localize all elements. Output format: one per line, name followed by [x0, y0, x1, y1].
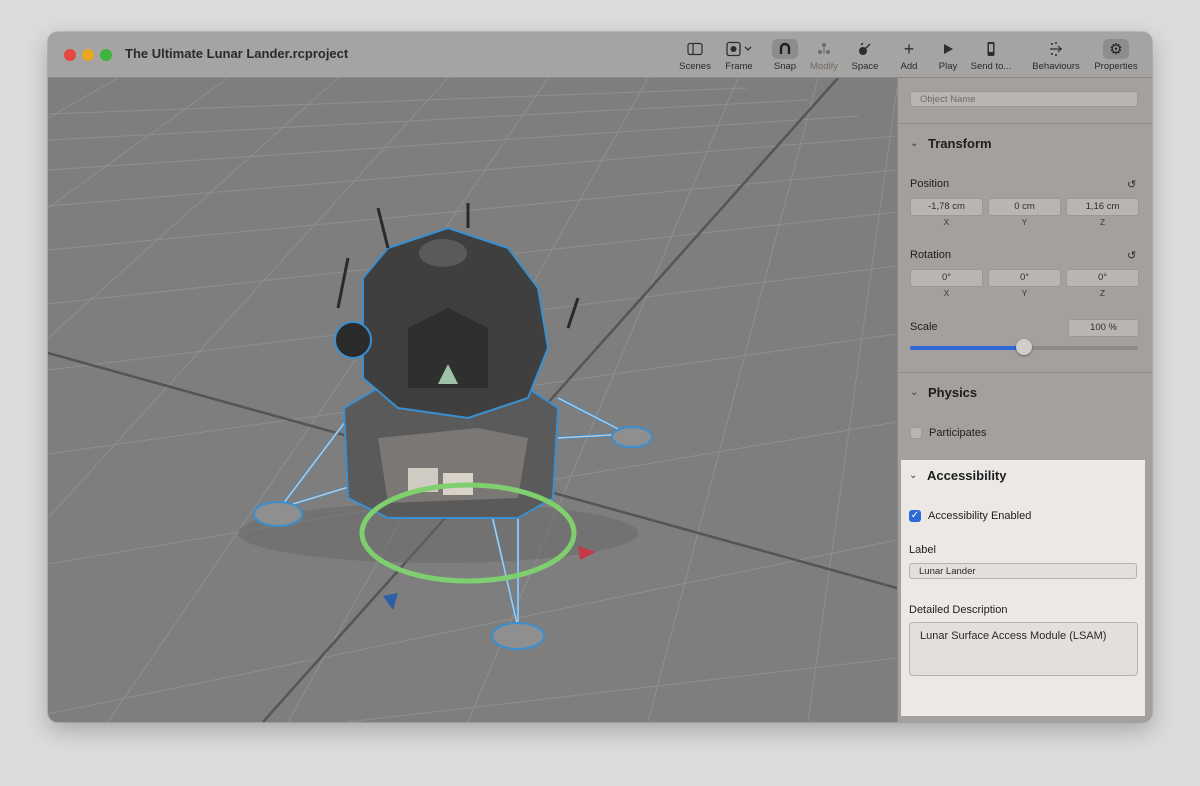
sidebar-icon	[687, 42, 703, 56]
accessibility-label-field[interactable]: Lunar Lander	[909, 563, 1137, 579]
toolbar-snap-button[interactable]: Snap	[770, 38, 800, 74]
minimize-window-button[interactable]	[82, 49, 94, 61]
rotation-y-field[interactable]: 0°	[988, 269, 1061, 287]
chevron-down-icon[interactable]: ⌄	[910, 138, 918, 149]
detailed-description-title: Detailed Description	[909, 604, 1008, 616]
toolbar-scenes-button[interactable]: Scenes	[675, 38, 715, 74]
device-icon	[987, 42, 995, 56]
divider	[898, 372, 1152, 373]
participates-checkbox[interactable]	[910, 427, 922, 439]
accessibility-enabled-label: Accessibility Enabled	[928, 510, 1032, 522]
axis-x-label: X	[943, 288, 950, 298]
app-window: The Ultimate Lunar Lander.rcproject Scen…	[48, 32, 1152, 722]
toolbar-add-button[interactable]: + Add	[897, 38, 921, 74]
accessibility-section-title[interactable]: Accessibility	[927, 468, 1007, 483]
accessibility-section: ⌄ Accessibility ✓ Accessibility Enabled …	[901, 460, 1145, 716]
chevron-down-icon[interactable]: ⌄	[909, 470, 917, 481]
toolbar-modify-button[interactable]: Modify	[806, 38, 842, 74]
rotation-z-field[interactable]: 0°	[1066, 269, 1139, 287]
zoom-window-button[interactable]	[100, 49, 112, 61]
divider	[898, 123, 1152, 124]
scale-slider[interactable]	[910, 339, 1138, 355]
axis-z-label: Z	[1099, 288, 1106, 298]
position-label: Position	[910, 178, 950, 190]
toolbar-frame-button[interactable]: Frame	[721, 38, 757, 74]
toolbar-properties-button[interactable]: ⚙ Properties	[1091, 38, 1141, 74]
toolbar-send-to-button[interactable]: Send to...	[968, 38, 1014, 74]
accessibility-enabled-checkbox[interactable]: ✓	[909, 510, 921, 522]
window-title: The Ultimate Lunar Lander.rcproject	[125, 46, 349, 61]
transform-section-title[interactable]: Transform	[928, 136, 992, 151]
toolbar-behaviours-button[interactable]: Behaviours	[1030, 38, 1082, 74]
position-x-field[interactable]: -1,78 cm	[910, 198, 983, 216]
scale-slider-knob[interactable]	[1016, 339, 1032, 355]
axis-x-label: X	[943, 217, 950, 227]
detailed-description-textarea[interactable]: Lunar Surface Access Module (LSAM)	[909, 622, 1138, 676]
toolbar-space-button[interactable]: Space	[849, 38, 881, 74]
axis-z-label: Z	[1099, 217, 1106, 227]
titlebar: The Ultimate Lunar Lander.rcproject Scen…	[48, 32, 1152, 78]
position-y-field[interactable]: 0 cm	[988, 198, 1061, 216]
plus-icon: +	[903, 39, 915, 59]
scale-label: Scale	[910, 321, 938, 333]
scene-canvas[interactable]	[48, 78, 897, 722]
axis-y-label: Y	[1021, 217, 1028, 227]
rotation-label: Rotation	[910, 249, 951, 261]
reset-position-icon[interactable]: ↺	[1127, 178, 1136, 191]
magnet-icon	[779, 42, 791, 54]
object-name-field[interactable]: Object Name	[910, 91, 1138, 107]
position-z-field[interactable]: 1,16 cm	[1066, 198, 1139, 216]
close-window-button[interactable]	[64, 49, 76, 61]
physics-section-title[interactable]: Physics	[928, 385, 977, 400]
accessibility-label-title: Label	[909, 544, 936, 556]
axis-y-label: Y	[1021, 288, 1028, 298]
behaviours-icon	[1050, 42, 1062, 56]
rotation-x-field[interactable]: 0°	[910, 269, 983, 287]
play-icon	[944, 44, 953, 54]
participates-label: Participates	[929, 427, 987, 439]
scale-value-field[interactable]: 100 %	[1068, 319, 1139, 337]
chevron-down-icon[interactable]: ⌄	[910, 387, 918, 398]
scene-viewport[interactable]	[48, 78, 897, 722]
toolbar-play-button[interactable]: Play	[936, 38, 960, 74]
space-icon	[859, 42, 871, 55]
frame-icon	[726, 41, 752, 57]
scale-slider-fill	[910, 346, 1024, 350]
reset-rotation-icon[interactable]: ↺	[1127, 249, 1136, 262]
gear-icon: ⚙	[1109, 40, 1123, 58]
modify-icon	[818, 43, 830, 54]
